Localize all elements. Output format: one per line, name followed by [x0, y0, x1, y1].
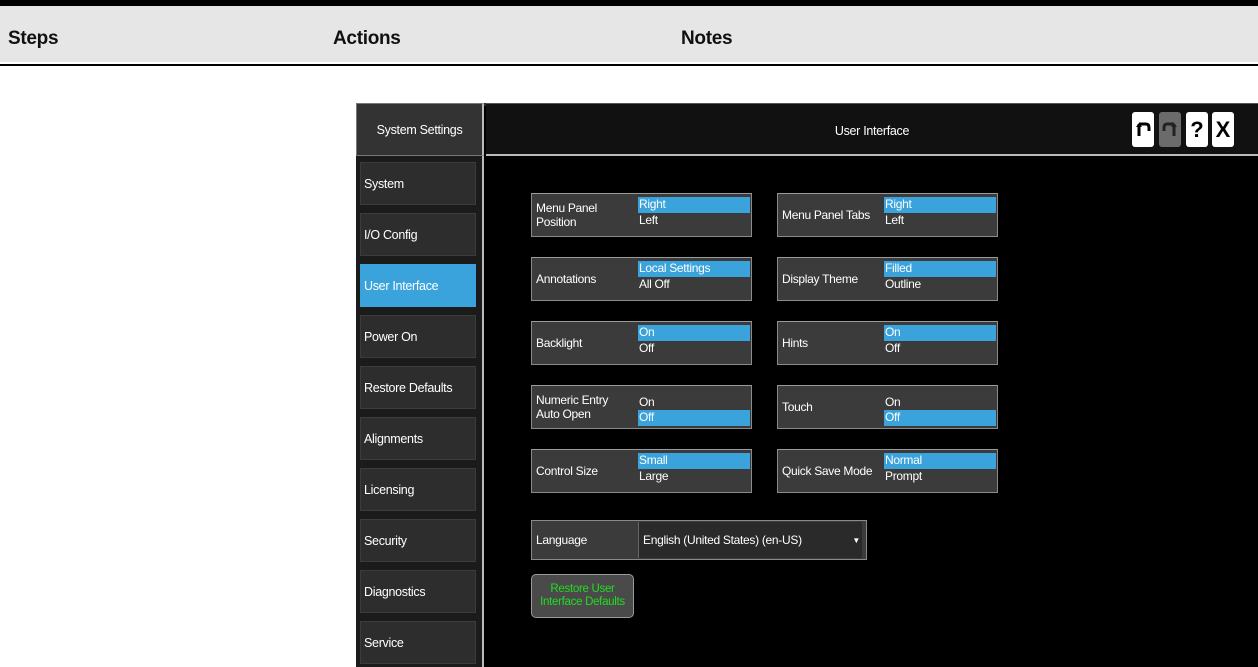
setting-display-theme: Display Theme Filled Outline [777, 257, 998, 301]
sidebar-item-label: Restore Defaults [364, 380, 453, 395]
option-outline[interactable]: Outline [884, 277, 996, 293]
option-local-settings[interactable]: Local Settings [638, 261, 750, 277]
setting-hints: Hints On Off [777, 321, 998, 365]
setting-label: Display Theme [782, 272, 858, 286]
setting-touch: Touch On Off [777, 385, 998, 429]
option-off[interactable]: Off [638, 410, 750, 426]
option-off[interactable]: Off [638, 341, 750, 357]
option-on[interactable]: On [638, 325, 750, 341]
sidebar-item-security[interactable]: Security [360, 519, 476, 562]
sidebar: System I/O Config User Interface Power O… [356, 156, 484, 667]
close-button[interactable]: X [1212, 112, 1234, 147]
option-prompt[interactable]: Prompt [884, 469, 996, 485]
sidebar-item-user-interface[interactable]: User Interface [360, 264, 476, 307]
setting-label: Control Size [536, 464, 598, 478]
sidebar-item-label: Security [364, 533, 407, 548]
setting-annotations: Annotations Local Settings All Off [531, 257, 752, 301]
col-head-steps: Steps [8, 28, 59, 49]
option-left[interactable]: Left [638, 213, 750, 229]
redo-button[interactable] [1159, 112, 1181, 147]
undo-icon [1136, 122, 1151, 136]
setting-label: Hints [782, 336, 808, 350]
option-right[interactable]: Right [638, 197, 750, 213]
option-off[interactable]: Off [884, 410, 996, 426]
sidebar-item-service[interactable]: Service [360, 621, 476, 664]
option-large[interactable]: Large [638, 469, 750, 485]
undo-button[interactable] [1132, 112, 1154, 147]
sidebar-item-system[interactable]: System [360, 162, 476, 205]
col-head-notes: Notes [681, 28, 733, 49]
setting-label: Backlight [536, 336, 582, 350]
setting-language: Language English (United States) (en-US)… [531, 520, 867, 560]
setting-menu-panel-position: Menu Panel Position Right Left [531, 193, 752, 237]
sidebar-item-label: Alignments [364, 431, 423, 446]
option-small[interactable]: Small [638, 453, 750, 469]
sidebar-item-label: Service [364, 635, 404, 650]
close-icon: X [1215, 116, 1231, 142]
instrument-screen: System Settings System I/O Config User I… [356, 103, 1258, 667]
language-select[interactable]: English (United States) (en-US) ▼ [638, 522, 862, 558]
option-all-off[interactable]: All Off [638, 277, 750, 293]
doc-header-rule [0, 64, 1258, 66]
chevron-down-icon: ▼ [852, 536, 860, 545]
sidebar-item-alignments[interactable]: Alignments [360, 417, 476, 460]
setting-quick-save-mode: Quick Save Mode Normal Prompt [777, 449, 998, 493]
setting-label: Menu Panel Tabs [782, 208, 871, 222]
option-on[interactable]: On [884, 325, 996, 341]
setting-menu-panel-tabs: Menu Panel Tabs Right Left [777, 193, 998, 237]
doc-table-header: Steps Actions Notes [0, 6, 1258, 62]
option-normal[interactable]: Normal [884, 453, 996, 469]
col-head-actions: Actions [333, 28, 401, 49]
language-value: English (United States) (en-US) [643, 533, 802, 547]
restore-button-label: Restore User Interface Defaults [540, 583, 625, 608]
setting-label: Quick Save Mode [782, 464, 873, 478]
sidebar-item-label: System [364, 176, 404, 191]
sidebar-item-restore-defaults[interactable]: Restore Defaults [360, 366, 476, 409]
setting-label: Annotations [536, 272, 597, 286]
sidebar-item-label: Licensing [364, 482, 415, 497]
option-on[interactable]: On [884, 395, 996, 411]
sidebar-item-power-on[interactable]: Power On [360, 315, 476, 358]
setting-numeric-entry-auto-open: Numeric Entry Auto Open On Off [531, 385, 752, 429]
panel-title-bar: User Interface ? X [486, 103, 1258, 156]
setting-label: Menu Panel Position [536, 201, 598, 229]
sidebar-item-diagnostics[interactable]: Diagnostics [360, 570, 476, 613]
sidebar-item-licensing[interactable]: Licensing [360, 468, 476, 511]
sidebar-item-label: Diagnostics [364, 584, 426, 599]
help-icon: ? [1190, 116, 1204, 142]
option-left[interactable]: Left [884, 213, 996, 229]
sidebar-item-io-config[interactable]: I/O Config [360, 213, 476, 256]
setting-label: Numeric Entry Auto Open [536, 393, 609, 421]
option-filled[interactable]: Filled [884, 261, 996, 277]
setting-backlight: Backlight On Off [531, 321, 752, 365]
restore-ui-defaults-button[interactable]: Restore User Interface Defaults [531, 574, 634, 618]
sidebar-title: System Settings [356, 103, 484, 156]
sidebar-item-label: I/O Config [364, 227, 418, 242]
sidebar-item-label: Power On [364, 329, 418, 344]
sidebar-item-label: User Interface [364, 278, 439, 293]
option-right[interactable]: Right [884, 197, 996, 213]
setting-control-size: Control Size Small Large [531, 449, 752, 493]
language-label: Language [536, 533, 587, 547]
option-off[interactable]: Off [884, 341, 996, 357]
redo-icon [1162, 122, 1177, 136]
option-on[interactable]: On [638, 395, 750, 411]
setting-label: Touch [782, 400, 813, 414]
help-button[interactable]: ? [1186, 112, 1208, 147]
